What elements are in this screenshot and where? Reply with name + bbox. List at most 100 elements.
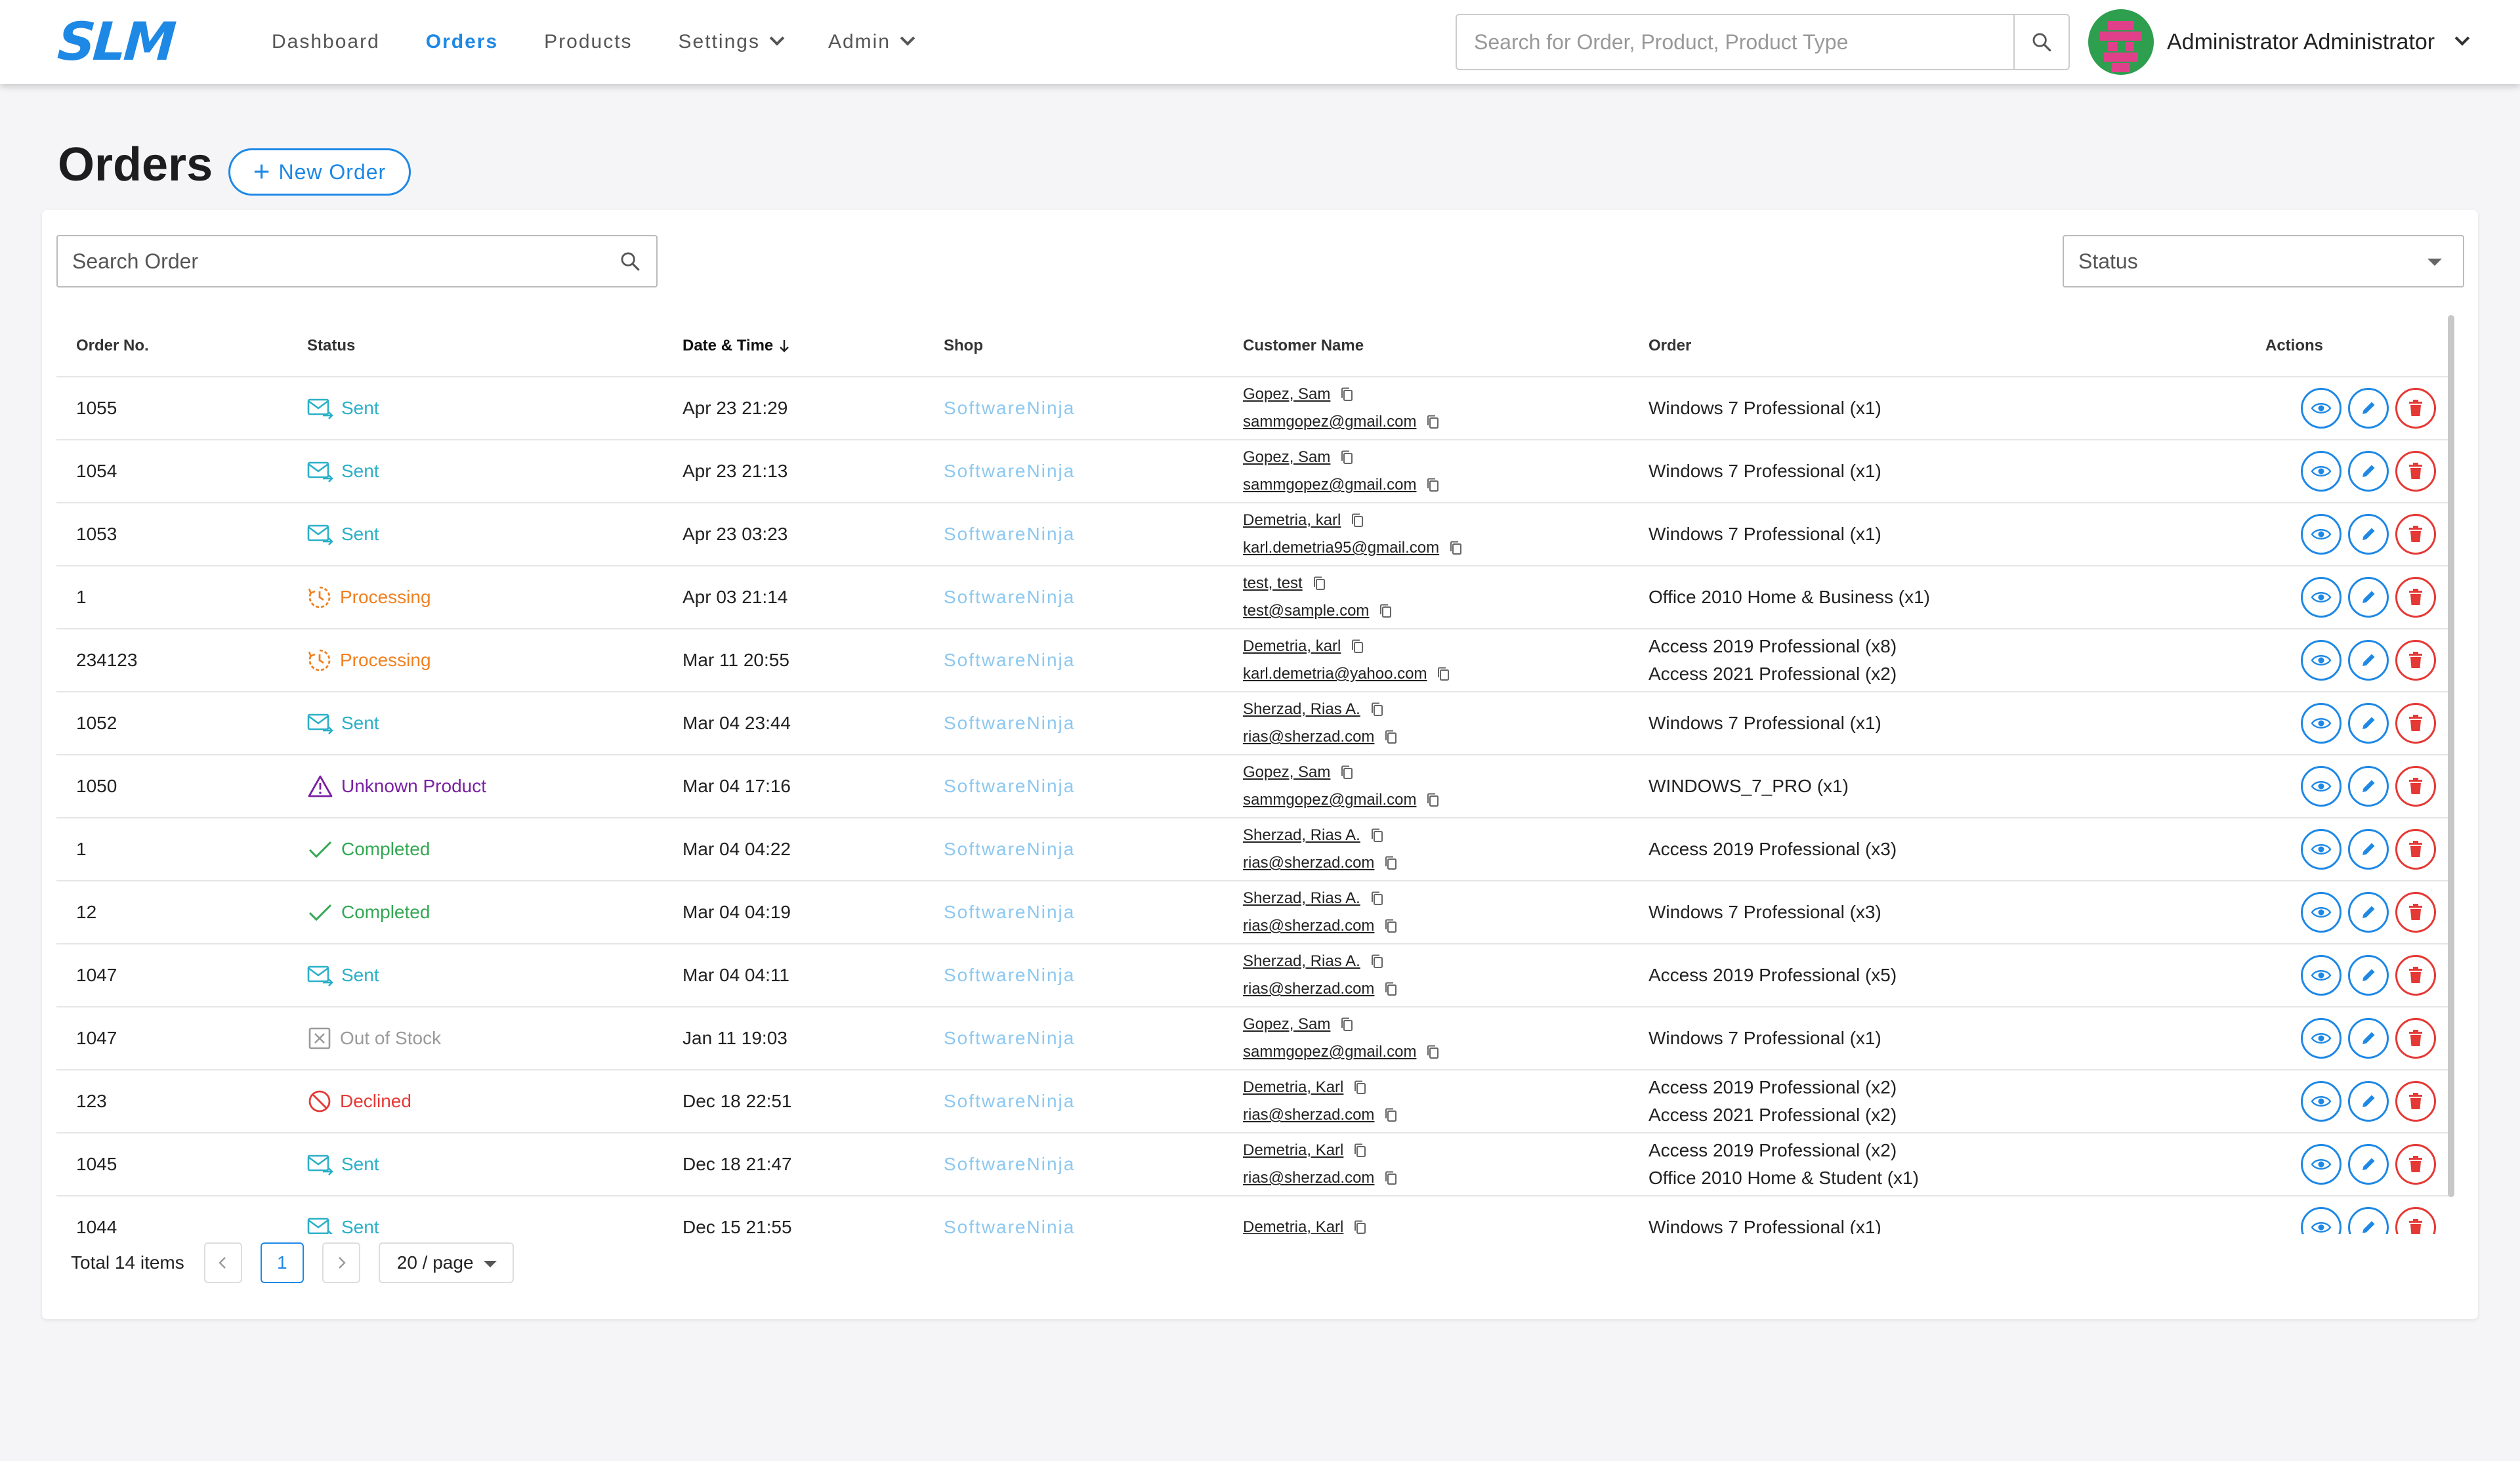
view-order-button[interactable] <box>2301 1207 2342 1234</box>
view-order-button[interactable] <box>2301 829 2342 870</box>
customer-name-link[interactable]: Gopez, Sam <box>1243 385 1330 404</box>
shop-link[interactable]: SoftwareNinja <box>944 587 1075 607</box>
view-order-button[interactable] <box>2301 1144 2342 1185</box>
customer-email-link[interactable]: sammgopez@gmail.com <box>1243 791 1416 809</box>
delete-order-button[interactable] <box>2395 1018 2436 1059</box>
col-order-no[interactable]: Order No. <box>56 315 287 377</box>
copy-icon[interactable] <box>1425 477 1440 493</box>
copy-icon[interactable] <box>1383 1107 1398 1123</box>
nav-item-orders[interactable]: Orders <box>426 31 498 53</box>
table-row[interactable]: 1054 Sent Apr 23 21:13 SoftwareNinja Gop… <box>56 440 2453 503</box>
edit-order-button[interactable] <box>2348 766 2389 807</box>
shop-link[interactable]: SoftwareNinja <box>944 461 1075 481</box>
edit-order-button[interactable] <box>2348 829 2389 870</box>
view-order-button[interactable] <box>2301 577 2342 618</box>
copy-icon[interactable] <box>1383 1170 1398 1186</box>
col-status[interactable]: Status <box>287 315 663 377</box>
copy-icon[interactable] <box>1436 666 1450 682</box>
status-filter-select[interactable]: Status <box>2063 235 2464 287</box>
nav-item-products[interactable]: Products <box>544 31 632 53</box>
customer-name-link[interactable]: Sherzad, Rias A. <box>1243 700 1360 719</box>
copy-icon[interactable] <box>1353 1219 1367 1234</box>
edit-order-button[interactable] <box>2348 892 2389 933</box>
view-order-button[interactable] <box>2301 703 2342 744</box>
delete-order-button[interactable] <box>2395 829 2436 870</box>
copy-icon[interactable] <box>1383 729 1398 745</box>
shop-link[interactable]: SoftwareNinja <box>944 902 1075 922</box>
col-order[interactable]: Order <box>1629 315 2246 377</box>
nav-item-settings[interactable]: Settings <box>679 31 785 53</box>
search-order-button[interactable] <box>604 250 656 272</box>
copy-icon[interactable] <box>1425 792 1440 808</box>
next-page-button[interactable] <box>322 1242 360 1283</box>
shop-link[interactable]: SoftwareNinja <box>944 1028 1075 1048</box>
shop-link[interactable]: SoftwareNinja <box>944 1154 1075 1174</box>
copy-icon[interactable] <box>1425 414 1440 430</box>
customer-email-link[interactable]: rias@sherzad.com <box>1243 1169 1374 1187</box>
edit-order-button[interactable] <box>2348 577 2389 618</box>
table-row[interactable]: 1 Processing Apr 03 21:14 SoftwareNinja … <box>56 566 2453 629</box>
shop-link[interactable]: SoftwareNinja <box>944 1217 1075 1234</box>
delete-order-button[interactable] <box>2395 1144 2436 1185</box>
customer-name-link[interactable]: test, test <box>1243 574 1303 593</box>
delete-order-button[interactable] <box>2395 892 2436 933</box>
global-search-input[interactable] <box>1457 15 2013 69</box>
col-shop[interactable]: Shop <box>924 315 1223 377</box>
delete-order-button[interactable] <box>2395 1207 2436 1234</box>
copy-icon[interactable] <box>1383 855 1398 871</box>
view-order-button[interactable] <box>2301 640 2342 681</box>
customer-email-link[interactable]: rias@sherzad.com <box>1243 728 1374 746</box>
col-datetime[interactable]: Date & Time <box>663 315 924 377</box>
shop-link[interactable]: SoftwareNinja <box>944 1091 1075 1111</box>
customer-name-link[interactable]: Demetria, karl <box>1243 637 1341 656</box>
customer-email-link[interactable]: sammgopez@gmail.com <box>1243 476 1416 494</box>
copy-icon[interactable] <box>1339 450 1354 465</box>
copy-icon[interactable] <box>1448 540 1463 556</box>
copy-icon[interactable] <box>1383 918 1398 934</box>
table-row[interactable]: 1047 Out of Stock Jan 11 19:03 SoftwareN… <box>56 1007 2453 1070</box>
customer-name-link[interactable]: Demetria, Karl <box>1243 1141 1343 1160</box>
copy-icon[interactable] <box>1370 702 1384 717</box>
view-order-button[interactable] <box>2301 388 2342 429</box>
table-row[interactable]: 234123 Processing Mar 11 20:55 SoftwareN… <box>56 629 2453 692</box>
table-row[interactable]: 1 Completed Mar 04 04:22 SoftwareNinja S… <box>56 818 2453 881</box>
table-scrollbar[interactable] <box>2448 315 2454 1197</box>
customer-name-link[interactable]: Demetria, karl <box>1243 511 1341 530</box>
customer-email-link[interactable]: sammgopez@gmail.com <box>1243 1043 1416 1061</box>
edit-order-button[interactable] <box>2348 388 2389 429</box>
customer-name-link[interactable]: Sherzad, Rias A. <box>1243 952 1360 971</box>
customer-email-link[interactable]: karl.demetria@yahoo.com <box>1243 665 1427 683</box>
delete-order-button[interactable] <box>2395 577 2436 618</box>
table-row[interactable]: 1044 Sent Dec 15 21:55 SoftwareNinja Dem… <box>56 1196 2453 1234</box>
copy-icon[interactable] <box>1350 639 1364 654</box>
customer-name-link[interactable]: Gopez, Sam <box>1243 1015 1330 1034</box>
customer-name-link[interactable]: Sherzad, Rias A. <box>1243 889 1360 908</box>
view-order-button[interactable] <box>2301 766 2342 807</box>
copy-icon[interactable] <box>1353 1080 1367 1095</box>
table-row[interactable]: 1047 Sent Mar 04 04:11 SoftwareNinja She… <box>56 944 2453 1007</box>
copy-icon[interactable] <box>1350 513 1364 528</box>
edit-order-button[interactable] <box>2348 1018 2389 1059</box>
page-button-current[interactable]: 1 <box>260 1242 304 1283</box>
delete-order-button[interactable] <box>2395 388 2436 429</box>
table-row[interactable]: 1053 Sent Apr 23 03:23 SoftwareNinja Dem… <box>56 503 2453 566</box>
copy-icon[interactable] <box>1425 1044 1440 1060</box>
copy-icon[interactable] <box>1370 891 1384 906</box>
shop-link[interactable]: SoftwareNinja <box>944 650 1075 670</box>
shop-link[interactable]: SoftwareNinja <box>944 524 1075 544</box>
view-order-button[interactable] <box>2301 892 2342 933</box>
page-size-select[interactable]: 20 / page <box>378 1242 514 1283</box>
prev-page-button[interactable] <box>203 1242 242 1283</box>
edit-order-button[interactable] <box>2348 1207 2389 1234</box>
customer-name-link[interactable]: Demetria, Karl <box>1243 1218 1343 1234</box>
delete-order-button[interactable] <box>2395 451 2436 492</box>
delete-order-button[interactable] <box>2395 766 2436 807</box>
edit-order-button[interactable] <box>2348 1081 2389 1122</box>
copy-icon[interactable] <box>1353 1143 1367 1158</box>
col-customer[interactable]: Customer Name <box>1223 315 1629 377</box>
delete-order-button[interactable] <box>2395 640 2436 681</box>
copy-icon[interactable] <box>1378 603 1393 619</box>
customer-email-link[interactable]: rias@sherzad.com <box>1243 980 1374 998</box>
customer-email-link[interactable]: rias@sherzad.com <box>1243 917 1374 935</box>
shop-link[interactable]: SoftwareNinja <box>944 398 1075 418</box>
